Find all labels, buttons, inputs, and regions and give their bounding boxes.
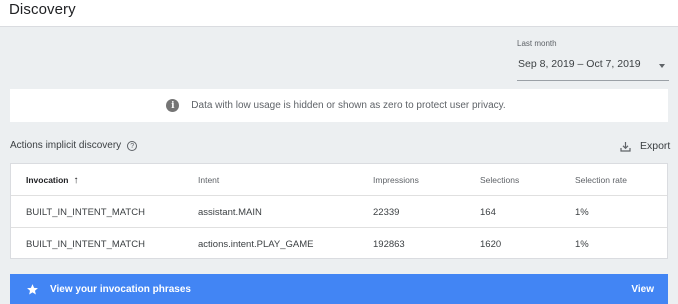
date-range-label: Last month — [517, 39, 557, 48]
cell-impressions: 192863 — [373, 238, 405, 250]
privacy-banner: i Data with low usage is hidden or shown… — [10, 89, 668, 122]
table-row: BUILT_IN_INTENT_MATCH assistant.MAIN 223… — [11, 196, 667, 228]
app-header: Discovery — [0, 0, 678, 27]
date-range-value: Sep 8, 2019 – Oct 7, 2019 — [518, 58, 641, 70]
sort-ascending-icon[interactable]: ↑ — [74, 175, 79, 186]
column-header-impressions[interactable]: Impressions — [373, 164, 419, 196]
info-icon: i — [166, 99, 180, 112]
column-header-intent[interactable]: Intent — [198, 164, 219, 196]
dropdown-arrow-icon[interactable] — [659, 64, 665, 68]
column-header-selection-rate[interactable]: Selection rate — [575, 164, 627, 196]
star-icon — [26, 283, 39, 296]
cell-invocation: BUILT_IN_INTENT_MATCH — [26, 206, 145, 218]
cell-selection-rate: 1% — [575, 238, 589, 250]
table-header-row: Invocation ↑ Intent Impressions Selectio… — [11, 164, 667, 196]
discovery-table: Invocation ↑ Intent Impressions Selectio… — [10, 163, 668, 259]
cell-intent: actions.intent.PLAY_GAME — [198, 238, 314, 250]
view-button[interactable]: View — [631, 274, 654, 304]
date-range-picker[interactable]: Last month Sep 8, 2019 – Oct 7, 2019 — [517, 39, 669, 81]
privacy-notice-text: Data with low usage is hidden or shown a… — [191, 100, 506, 111]
download-icon — [620, 141, 631, 152]
table-row: BUILT_IN_INTENT_MATCH actions.intent.PLA… — [11, 228, 667, 260]
date-range-select[interactable]: Sep 8, 2019 – Oct 7, 2019 — [517, 57, 669, 81]
page-title: Discovery — [9, 1, 76, 18]
invocation-phrases-label: View your invocation phrases — [50, 283, 191, 295]
section-title: Actions implicit discovery — [10, 140, 122, 151]
cell-selection-rate: 1% — [575, 206, 589, 218]
export-label: Export — [640, 140, 671, 152]
cell-selections: 1620 — [480, 238, 502, 250]
export-button[interactable]: Export — [620, 140, 670, 152]
column-header-invocation[interactable]: Invocation ↑ — [26, 164, 79, 196]
help-icon[interactable]: ? — [127, 141, 138, 151]
cell-selections: 164 — [480, 206, 496, 218]
section-header: Actions implicit discovery ? — [10, 140, 138, 151]
cell-impressions: 22339 — [373, 206, 400, 218]
invocation-phrases-bar[interactable]: View your invocation phrases View — [10, 274, 668, 304]
cell-intent: assistant.MAIN — [198, 206, 262, 218]
column-header-selections[interactable]: Selections — [480, 164, 519, 196]
cell-invocation: BUILT_IN_INTENT_MATCH — [26, 238, 145, 250]
